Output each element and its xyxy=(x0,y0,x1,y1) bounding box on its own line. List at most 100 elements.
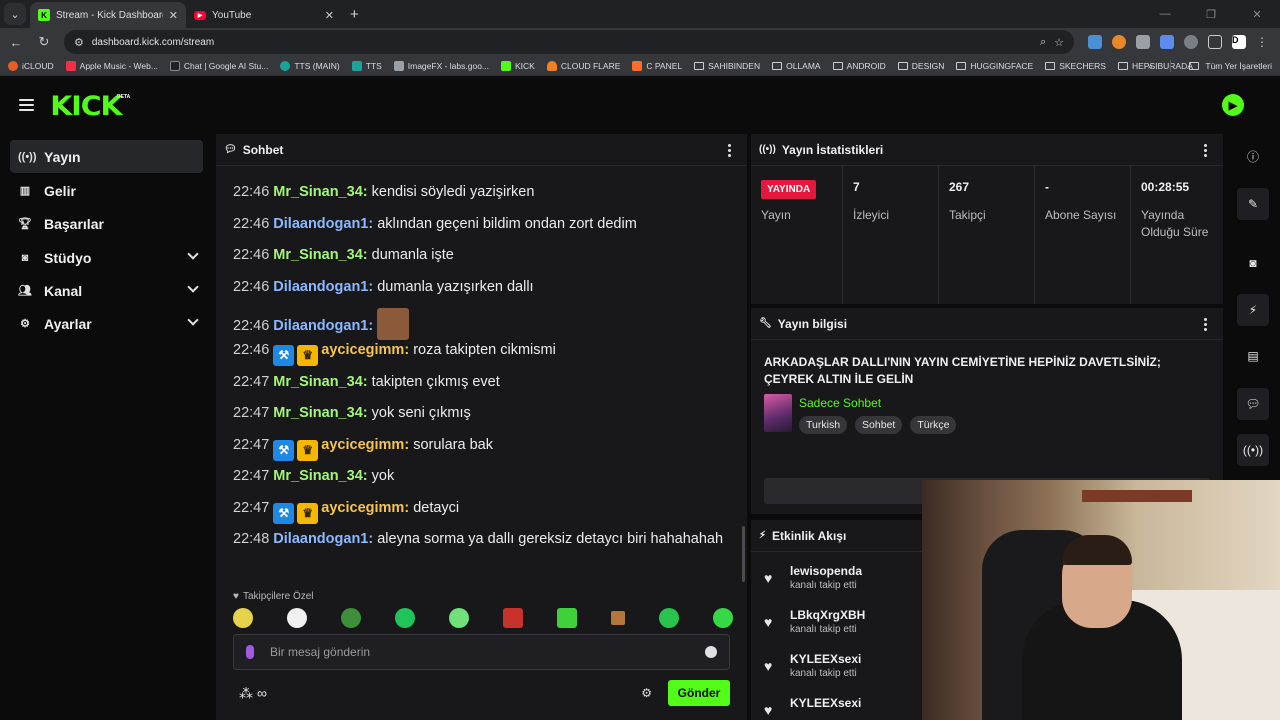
sidebar-item-studyo[interactable]: ◙ Stüdyo xyxy=(10,241,203,274)
lightning-icon[interactable]: ⚡︎ xyxy=(1237,294,1269,326)
all-bookmarks-link[interactable]: Tüm Yer İşaretleri xyxy=(1205,61,1272,71)
emote[interactable] xyxy=(713,608,733,628)
close-window-button[interactable]: ✕ xyxy=(1234,0,1280,28)
emote[interactable] xyxy=(557,608,577,628)
bookmark[interactable]: TTS (MAIN) xyxy=(280,60,340,71)
chat-username[interactable]: Dilaandogan1: xyxy=(273,279,373,295)
close-icon[interactable]: ✕ xyxy=(169,9,178,22)
menu-kebab-icon[interactable]: ⋮ xyxy=(1256,35,1268,49)
sidebar-item-ayarlar[interactable]: ⚙ Ayarlar xyxy=(10,307,203,340)
chat-username[interactable]: Mr_Sinan_34: xyxy=(273,468,367,484)
extension-icon[interactable] xyxy=(1136,35,1150,49)
more-options-icon[interactable] xyxy=(1204,318,1207,331)
notes-icon[interactable]: ▤ xyxy=(1237,340,1269,372)
bookmark[interactable]: ImageFX - labs.goo... xyxy=(393,60,489,71)
chat-username[interactable]: aycicegimm: xyxy=(321,500,409,516)
chat-username[interactable]: Dilaandogan1: xyxy=(273,531,373,547)
reload-button[interactable]: ↻ xyxy=(32,30,56,54)
emote[interactable] xyxy=(659,608,679,628)
extensions-puzzle-icon[interactable] xyxy=(1208,35,1222,49)
new-tab-button[interactable]: + xyxy=(350,6,359,23)
profile-avatar[interactable]: D xyxy=(1232,35,1246,49)
browser-tab-youtube[interactable]: ▶ YouTube ✕ xyxy=(186,2,342,28)
emote[interactable] xyxy=(611,611,625,625)
edit-pencil-icon[interactable]: ✎ xyxy=(1237,188,1269,220)
emote[interactable] xyxy=(287,608,307,628)
tag[interactable]: Turkish xyxy=(799,416,848,434)
chat-username[interactable]: Mr_Sinan_34: xyxy=(273,247,367,263)
chevron-down-icon[interactable] xyxy=(187,248,199,260)
chat-bubble-icon[interactable]: 💬︎ xyxy=(1237,388,1269,420)
info-icon[interactable]: ⓘ xyxy=(1237,140,1269,172)
bookmark-folder[interactable]: OLLAMA xyxy=(772,61,821,71)
more-options-icon[interactable] xyxy=(728,144,731,157)
sidebar-item-kanal[interactable]: 👥︎ Kanal xyxy=(10,274,203,307)
maximize-button[interactable]: ❐ xyxy=(1188,0,1234,28)
bookmark[interactable]: TTS xyxy=(351,60,382,71)
close-icon[interactable]: ✕ xyxy=(325,9,334,22)
chat-message-input[interactable] xyxy=(270,645,705,659)
sidebar: ((•)) Yayın ▥ Gelir 🏆︎ Başarılar ◙ Stüdy… xyxy=(0,134,213,720)
bookmark-folder[interactable]: SKECHERS xyxy=(1045,61,1106,71)
chat-settings-icon[interactable]: ⚙ xyxy=(641,686,652,700)
extension-icon[interactable] xyxy=(1112,35,1126,49)
address-bar[interactable]: ⚙ dashboard.kick.com/stream ⌕ ☆ xyxy=(64,30,1074,54)
extension-icon[interactable] xyxy=(1088,35,1102,49)
bookmark[interactable]: KICK xyxy=(501,60,535,71)
zoom-icon[interactable]: ⌕ xyxy=(1040,36,1046,49)
emote[interactable] xyxy=(341,608,361,628)
site-info-icon[interactable]: ⚙ xyxy=(74,36,84,49)
extension-icon[interactable] xyxy=(1184,35,1198,49)
emote[interactable] xyxy=(377,308,410,340)
sidebar-item-yayin[interactable]: ((•)) Yayın xyxy=(10,140,203,173)
bookmark-folder[interactable]: ANDROID xyxy=(832,61,886,71)
bookmark-folder[interactable]: HUGGINGFACE xyxy=(956,61,1033,71)
browser-tab-kick[interactable]: K Stream - Kick Dashboard ✕ xyxy=(30,2,186,28)
extension-icon[interactable] xyxy=(1160,35,1174,49)
emoji-icon[interactable] xyxy=(705,646,717,658)
hamburger-menu-icon[interactable] xyxy=(19,99,34,111)
emote[interactable] xyxy=(449,608,469,628)
tag[interactable]: Türkçe xyxy=(910,416,957,434)
camera-icon[interactable]: ◙ xyxy=(1237,247,1269,279)
chat-username[interactable]: Mr_Sinan_34: xyxy=(273,184,367,200)
bookmark[interactable]: Chat | Google AI Stu... xyxy=(169,60,268,71)
chevron-down-icon[interactable] xyxy=(187,314,199,326)
tab-search-button[interactable]: ⌄ xyxy=(4,3,26,25)
back-button[interactable]: ← xyxy=(4,30,28,54)
bookmark[interactable]: C PANEL xyxy=(632,60,682,71)
minimize-button[interactable]: — xyxy=(1142,0,1188,28)
kick-logo[interactable]: KICK xyxy=(50,93,122,120)
bookmark[interactable]: Apple Music - Web... xyxy=(65,60,158,71)
bookmark-star-icon[interactable]: ☆ xyxy=(1054,36,1064,49)
broadcast-icon[interactable]: ((•)) xyxy=(1237,434,1269,466)
microphone-icon[interactable] xyxy=(246,645,254,659)
bookmark-folder[interactable]: SAHIBINDEN xyxy=(694,61,760,71)
chat-input-box[interactable] xyxy=(233,634,730,670)
sidebar-item-gelir[interactable]: ▥ Gelir xyxy=(10,174,203,207)
user-avatar[interactable]: ▶ xyxy=(1222,94,1244,116)
emote[interactable] xyxy=(233,608,253,628)
emote[interactable] xyxy=(395,608,415,628)
bookmark[interactable]: CLOUD FLARE xyxy=(546,60,620,71)
tag[interactable]: Sohbet xyxy=(855,416,903,434)
sidebar-item-basarilar[interactable]: 🏆︎ Başarılar xyxy=(10,207,203,240)
bookmark-folder[interactable]: DESIGN xyxy=(897,61,944,71)
chat-scrollbar[interactable] xyxy=(742,526,745,582)
chat-username[interactable]: Dilaandogan1: xyxy=(273,318,373,334)
emote[interactable] xyxy=(503,608,523,628)
bookmark[interactable]: iCLOUD xyxy=(8,60,54,71)
chat-username[interactable]: Mr_Sinan_34: xyxy=(273,405,367,421)
chevron-right-icon[interactable]: » xyxy=(1148,61,1153,71)
send-button[interactable]: Gönder xyxy=(668,680,730,706)
category-link[interactable]: Sadece Sohbet xyxy=(799,396,881,410)
channel-points[interactable]: ⁂ ∞ xyxy=(239,685,267,702)
category-thumbnail[interactable] xyxy=(764,394,792,432)
chat-username[interactable]: aycicegimm: xyxy=(321,342,409,358)
chevron-down-icon[interactable] xyxy=(187,281,199,293)
chat-username[interactable]: Dilaandogan1: xyxy=(273,216,373,232)
chat-username[interactable]: aycicegimm: xyxy=(321,437,409,453)
more-options-icon[interactable] xyxy=(1204,144,1207,157)
chat-username[interactable]: Mr_Sinan_34: xyxy=(273,374,367,390)
vip-crown-icon: ♛ xyxy=(297,440,319,461)
